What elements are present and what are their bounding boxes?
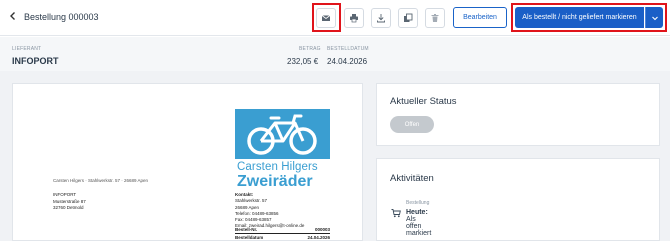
print-icon (350, 14, 358, 23)
copy-icon (404, 13, 413, 22)
activity-when: Heute: (406, 209, 428, 216)
main-content: Carsten Hilgers · Stahlwerkstr. 57 · 266… (0, 71, 670, 241)
order-date-row: Bestelldatum 24.04.2026 (235, 235, 330, 240)
order-number-row: Bestell-Nr. 000003 (235, 227, 330, 233)
activity-type-label: Bestellung (406, 200, 430, 206)
status-card: Aktueller Status Offen (376, 83, 660, 146)
back-arrow-icon[interactable] (6, 10, 20, 24)
bicycle-icon (247, 114, 317, 155)
highlight-mail (312, 3, 341, 32)
edit-button[interactable]: Bearbeiten (453, 7, 507, 28)
cart-icon (391, 209, 401, 218)
supplier-label: LIEFERANT (12, 46, 42, 52)
order-date-value: 24.04.2026 (307, 235, 330, 240)
download-button[interactable] (371, 8, 391, 28)
bicycle-logo-image (235, 109, 330, 159)
print-button[interactable] (344, 8, 364, 28)
contact-block: Kontakt: Stahlwerkstr. 57 26689 Apen Tel… (235, 192, 304, 230)
page-title: Bestellung 000003 (24, 12, 99, 22)
trash-icon (431, 14, 439, 22)
logo-text-name: Carsten Hilgers (237, 161, 318, 173)
order-date-label: Bestelldatum (235, 235, 264, 240)
sender-line: Carsten Hilgers · Stahlwerkstr. 57 · 266… (53, 178, 149, 183)
order-number-value: 000003 (314, 227, 330, 232)
status-badge: Offen (390, 116, 434, 133)
divider (235, 232, 330, 233)
status-title: Aktueller Status (390, 96, 457, 107)
activity-description: Als offen markiert (406, 216, 432, 237)
recipient-city: 32760 Detmold (53, 205, 84, 210)
delete-button[interactable] (425, 8, 445, 28)
copy-button[interactable] (398, 8, 418, 28)
date-label: BESTELLDATUM (327, 46, 369, 52)
highlight-primary (511, 3, 667, 32)
amount-value: 232,05 € (287, 57, 319, 66)
download-icon (377, 14, 385, 23)
recipient-address: INFOPORT Musterstraße 87 32760 Detmold (53, 192, 86, 212)
logo-text-brand: Zweiräder (237, 173, 313, 190)
amount-label: BETRAG (299, 46, 321, 52)
order-summary: LIEFERANT INFOPORT BETRAG 232,05 € BESTE… (0, 37, 670, 71)
supplier-value: INFOPORT (12, 56, 59, 66)
activities-title: Aktivitäten (390, 173, 434, 184)
activity-text: Heute: Als offen markiert (406, 209, 431, 237)
company-logo: Carsten Hilgers Zweiräder (235, 109, 330, 203)
order-document-preview[interactable]: Carsten Hilgers · Stahlwerkstr. 57 · 266… (12, 83, 363, 241)
order-number-label: Bestell-Nr. (235, 227, 258, 232)
date-value: 24.04.2026 (327, 57, 368, 66)
top-bar: Bestellung 000003 Bearbeiten Als bestell… (0, 0, 670, 36)
